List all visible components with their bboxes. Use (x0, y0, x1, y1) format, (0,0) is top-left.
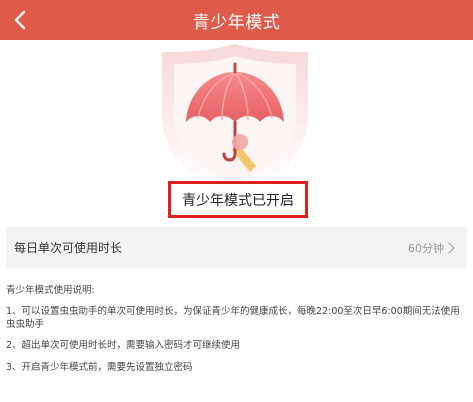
instruction-item: 1、可以设置虫虫助手的单次可使用时长，为保证青少年的健康成长，每晚22:00至次… (6, 306, 460, 330)
setting-value-group: 60分钟 (408, 240, 455, 256)
top-bar: 青少年模式 (0, 0, 473, 40)
setting-value: 60分钟 (408, 241, 444, 255)
instruction-item: 2、超出单次可使用时长时，需要输入密码才可继续使用 (6, 340, 241, 351)
instructions: 青少年模式使用说明: 1、可以设置虫虫助手的单次可使用时长，为保证青少年的健康成… (6, 284, 467, 383)
instructions-heading: 青少年模式使用说明: (6, 285, 95, 296)
teen-mode-status: 青少年模式已开启 (168, 181, 308, 218)
chevron-left-icon (14, 10, 26, 30)
page-title: 青少年模式 (192, 12, 281, 33)
daily-time-limit-setting[interactable]: 每日单次可使用时长 60分钟 (6, 227, 467, 268)
umbrella-shield-illustration (162, 44, 308, 194)
setting-label: 每日单次可使用时长 (14, 241, 123, 255)
instruction-item: 3、开启青少年模式前，需要先设置独立密码 (6, 362, 193, 373)
chevron-right-icon (448, 241, 455, 254)
back-button[interactable] (4, 4, 36, 36)
